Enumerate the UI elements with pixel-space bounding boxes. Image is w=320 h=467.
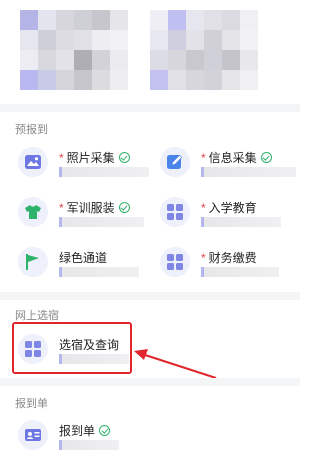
section-title-pre-registration: 预报到 (15, 124, 48, 136)
item-green-channel[interactable]: 绿色通道 (18, 245, 158, 285)
required-mark: * (201, 201, 206, 215)
item-label: 财务缴费 (208, 251, 257, 265)
id-card-icon (18, 420, 48, 450)
check-circle-icon (260, 152, 272, 163)
item-label: 军训服装 (66, 201, 115, 215)
section-divider (0, 292, 300, 300)
required-mark: * (201, 251, 206, 265)
grid-icon (160, 197, 190, 227)
highlight-box (12, 322, 132, 374)
section-title-report-form: 报到单 (15, 398, 48, 410)
section-title-online-dorm: 网上选宿 (15, 310, 59, 322)
blurred-subtext (59, 440, 119, 450)
check-circle-icon (118, 202, 130, 213)
blurred-block-right (150, 10, 258, 90)
item-info-collection[interactable]: * 信息采集 (160, 145, 300, 185)
item-label: 绿色通道 (59, 251, 108, 265)
blurred-subtext (201, 167, 296, 177)
flag-icon (18, 247, 48, 277)
section-divider (0, 104, 300, 112)
required-mark: * (59, 201, 64, 215)
check-circle-icon (118, 152, 130, 163)
item-enrollment-education[interactable]: * 入学教育 (160, 195, 300, 235)
item-finance-payment[interactable]: * 财务缴费 (160, 245, 300, 285)
item-military-uniform[interactable]: * 军训服装 (18, 195, 158, 235)
blurred-subtext (59, 167, 149, 177)
item-label: 信息采集 (208, 151, 257, 165)
item-label: 报到单 (59, 424, 96, 438)
blurred-subtext (59, 217, 144, 227)
required-mark: * (201, 151, 206, 165)
edit-icon (160, 147, 190, 177)
grid-icon (160, 247, 190, 277)
annotation-arrow (134, 349, 217, 379)
item-label: 入学教育 (208, 201, 257, 215)
required-mark: * (59, 151, 64, 165)
blurred-block-left (20, 10, 128, 90)
blurred-subtext (201, 267, 279, 277)
item-label: 照片采集 (66, 151, 115, 165)
item-report-form[interactable]: 报到单 (18, 418, 158, 458)
tshirt-icon (18, 197, 48, 227)
blurred-header (0, 0, 300, 105)
check-circle-icon (99, 425, 111, 436)
section-divider (0, 378, 300, 386)
blurred-subtext (59, 267, 139, 277)
item-photo-collection[interactable]: * 照片采集 (18, 145, 158, 185)
photo-icon (18, 147, 48, 177)
blurred-subtext (201, 217, 281, 227)
